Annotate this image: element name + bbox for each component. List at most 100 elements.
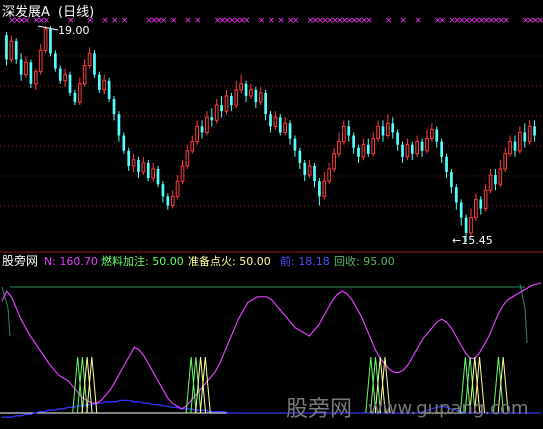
candle-body xyxy=(137,159,140,173)
top-marker: × xyxy=(292,16,300,26)
candle-body xyxy=(210,117,214,121)
candle-body xyxy=(264,92,267,115)
top-marker: × xyxy=(243,16,251,26)
candle-body xyxy=(93,53,96,75)
candle-body xyxy=(322,180,327,197)
candle-body xyxy=(53,53,57,69)
candle-body xyxy=(43,28,48,51)
candle-body xyxy=(185,150,190,167)
candle-body xyxy=(469,217,473,234)
candle-body xyxy=(352,135,355,148)
candle-body xyxy=(307,165,312,176)
chart-root: × × × × × × × × × × × × × × × × × × × × × × × × × × × × × × × × × × × × × × × ×… xyxy=(0,0,543,429)
watermark-url: www.gupang.com xyxy=(368,398,529,419)
candle-body xyxy=(220,105,223,112)
candle-body xyxy=(450,172,453,188)
candle-body xyxy=(244,83,248,96)
candle-body xyxy=(332,153,336,170)
candle-body xyxy=(405,144,410,158)
candle-body xyxy=(527,125,532,143)
candle-body xyxy=(38,49,43,73)
top-marker: × xyxy=(414,16,422,26)
candle-body xyxy=(190,141,195,152)
candle-body xyxy=(258,92,263,103)
candle-body xyxy=(440,141,443,157)
candle-body xyxy=(283,122,288,133)
candle-body xyxy=(313,165,316,182)
candle-body xyxy=(523,132,527,142)
candle-body xyxy=(278,117,282,133)
candle-body xyxy=(381,126,385,136)
candle-body xyxy=(410,144,414,154)
candle-body xyxy=(494,175,497,185)
ignite-value-label: 准备点火: 50.00 xyxy=(188,254,271,268)
candle-body xyxy=(371,138,376,155)
blue-value-label: 前: 18.18 xyxy=(280,254,330,268)
candle-body xyxy=(303,162,307,176)
candle-body xyxy=(33,71,38,85)
candle-body xyxy=(508,141,512,155)
candle-body xyxy=(249,89,253,97)
top-marker: × xyxy=(111,16,119,26)
candle-body xyxy=(205,116,209,133)
candle-body xyxy=(386,122,390,137)
candle-body xyxy=(107,80,111,100)
top-marker: × xyxy=(536,16,543,26)
top-marker: × xyxy=(277,16,285,26)
candle-body xyxy=(498,168,503,185)
period-label: (日线) xyxy=(58,5,94,20)
top-marker: × xyxy=(160,16,168,26)
candle-body xyxy=(151,168,155,179)
candle-body xyxy=(166,196,170,206)
candle-body xyxy=(459,202,463,218)
candle-body xyxy=(49,29,52,54)
candle-body xyxy=(63,74,67,82)
candle-body xyxy=(269,114,272,127)
candle-body xyxy=(122,135,126,151)
n-series-line xyxy=(1,282,542,410)
candle-body xyxy=(82,65,87,85)
candle-body xyxy=(445,156,448,173)
candle-body xyxy=(288,123,292,139)
candle-body xyxy=(19,59,23,75)
top-marker: × xyxy=(400,16,408,26)
candle-body xyxy=(9,40,14,60)
top-marker: × xyxy=(385,16,393,26)
candle-body xyxy=(533,126,536,136)
candle-body xyxy=(239,83,244,91)
grid-lines xyxy=(0,55,543,207)
candle-body xyxy=(518,131,522,152)
candle-body xyxy=(5,35,8,60)
fuel-value-label: 燃料加注: 50.00 xyxy=(101,254,184,268)
right-green-drop xyxy=(519,284,528,344)
candle-body xyxy=(293,138,297,151)
candle-body xyxy=(175,180,180,197)
candle-body xyxy=(102,80,107,91)
candle-body xyxy=(87,52,92,67)
candle-body xyxy=(117,114,121,136)
top-marker: × xyxy=(194,16,202,26)
candles-group xyxy=(5,26,536,242)
candle-body xyxy=(170,195,175,206)
candle-body xyxy=(234,89,239,106)
candle-body xyxy=(273,116,278,127)
stock-name: 深发展A xyxy=(2,4,50,20)
candle-body xyxy=(454,187,458,203)
candle-body xyxy=(214,104,219,121)
candle-body xyxy=(77,83,82,103)
candle-body xyxy=(141,162,146,173)
candle-body xyxy=(361,144,366,158)
candle-body xyxy=(391,123,395,133)
candle-body xyxy=(474,198,478,219)
candle-body xyxy=(24,62,28,76)
candle-body xyxy=(200,126,204,133)
candle-body xyxy=(98,74,101,90)
recover-value-label: 回收: 95.00 xyxy=(334,254,395,268)
top-marker: × xyxy=(184,16,192,26)
candle-body xyxy=(376,125,380,140)
candle-body xyxy=(425,138,429,152)
candle-body xyxy=(68,74,72,93)
candle-body xyxy=(513,141,517,151)
candle-body xyxy=(318,181,321,197)
candle-body xyxy=(327,168,332,182)
